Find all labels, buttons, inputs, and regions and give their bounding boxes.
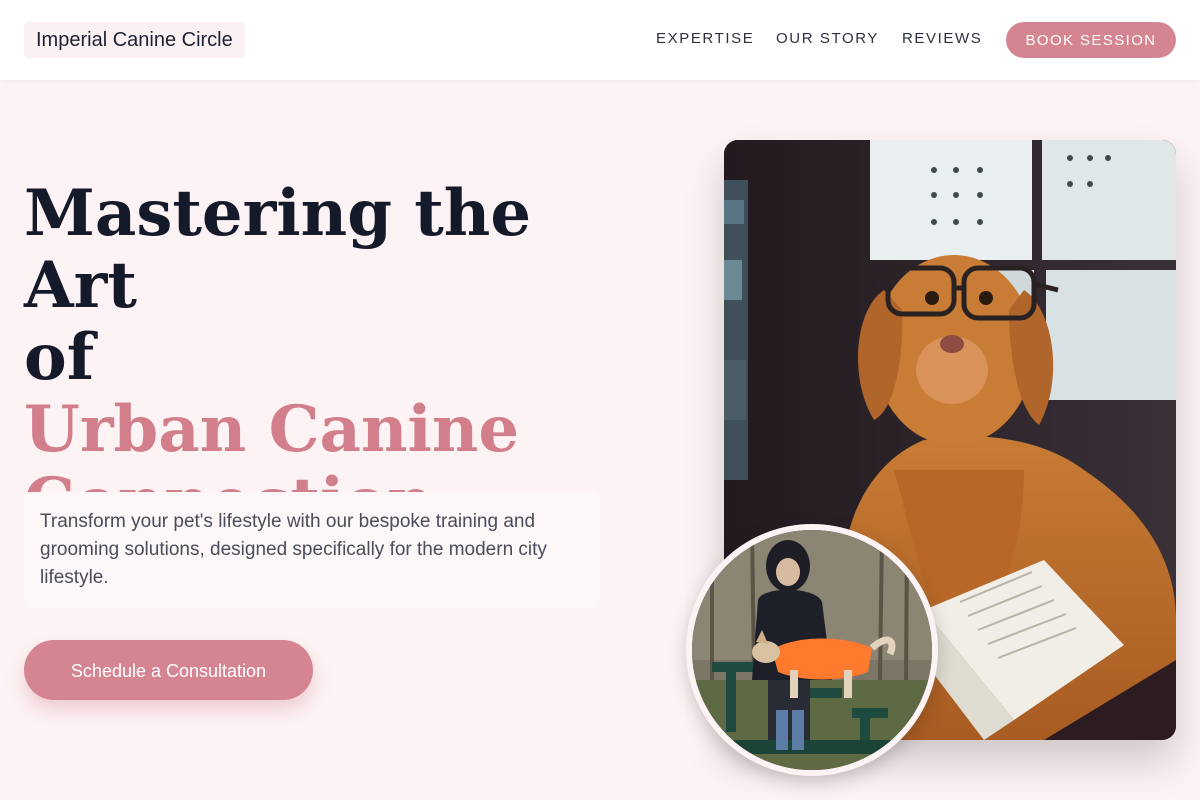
brand-logo[interactable]: Imperial Canine Circle [24,22,245,58]
hero-title-line-2: of [24,320,95,395]
trainer-with-dog-photo [686,524,938,776]
hero-title-line-1: Mastering the Art [24,176,532,323]
hero-title-accent-1: Urban Canine [24,392,520,467]
top-navbar: Imperial Canine Circle EXPERTISE OUR STO… [0,0,1200,80]
nav-link-our-story[interactable]: OUR STORY [776,30,879,47]
trainer-with-dog-illustration [692,530,932,770]
nav-link-expertise[interactable]: EXPERTISE [656,30,754,47]
schedule-consultation-button[interactable]: Schedule a Consultation [24,640,313,700]
nav-link-reviews[interactable]: REVIEWS [902,30,982,47]
hero-title: Mastering the Art of Urban Canine Connec… [24,178,664,538]
book-session-button[interactable]: BOOK SESSION [1006,22,1176,58]
hero-description: Transform your pet's lifestyle with our … [24,492,600,608]
